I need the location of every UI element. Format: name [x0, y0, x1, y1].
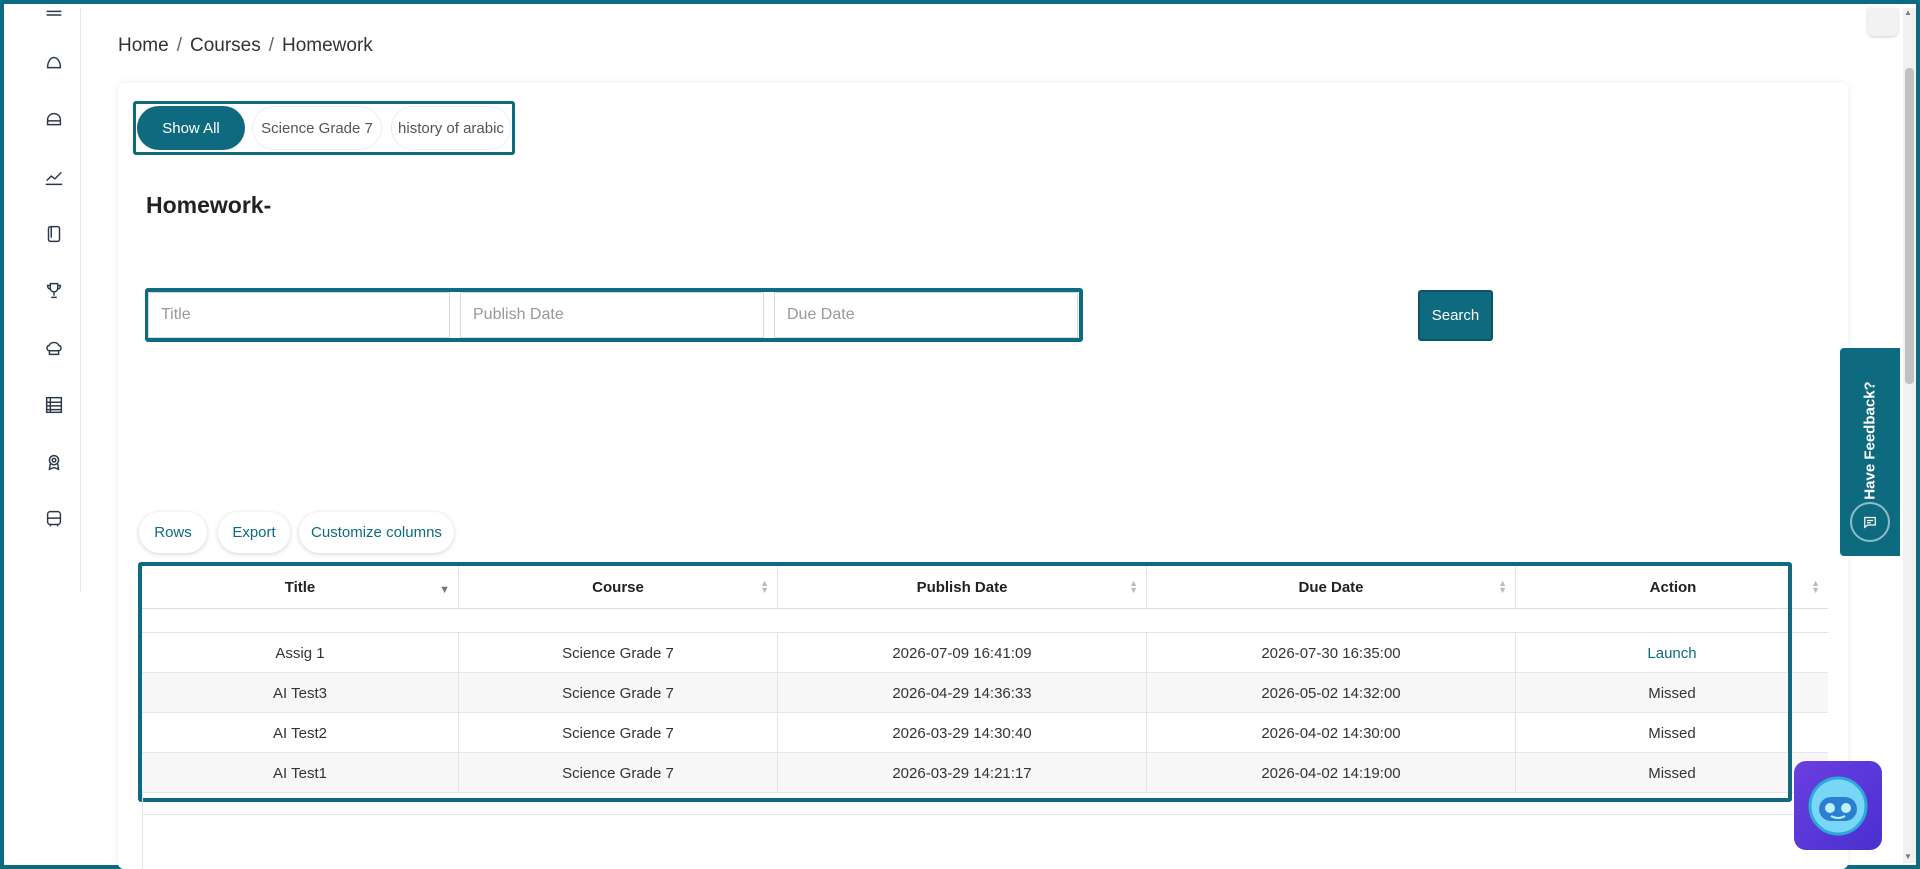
publish-date-filter-input[interactable] — [460, 292, 764, 338]
scroll-down-icon[interactable]: ▼ — [1904, 852, 1912, 861]
breadcrumb-current: Homework — [282, 35, 373, 56]
table-divider — [142, 814, 1828, 815]
export-button[interactable]: Export — [218, 512, 290, 553]
feedback-icon[interactable] — [1850, 502, 1890, 542]
breadcrumb-home[interactable]: Home — [118, 35, 169, 57]
page-title: Homework- — [146, 192, 272, 218]
robot-icon — [1808, 776, 1868, 835]
tab-history-of-arabic[interactable]: history of arabic — [391, 106, 511, 150]
tab-show-all[interactable]: Show All — [137, 106, 245, 150]
rows-button[interactable]: Rows — [139, 512, 207, 553]
title-filter-input[interactable] — [148, 292, 450, 338]
breadcrumb-separator: / — [176, 35, 182, 56]
feedback-label-wrap: Have Feedback? — [1838, 380, 1902, 500]
feedback-label: Have Feedback? — [1861, 380, 1879, 500]
due-date-filter-input[interactable] — [774, 292, 1078, 338]
sidebar — [13, 8, 81, 592]
extension-icon[interactable] — [1868, 8, 1898, 36]
courses-icon[interactable] — [41, 107, 67, 133]
search-button[interactable]: Search — [1418, 290, 1493, 341]
scroll-up-icon[interactable]: ▲ — [1904, 8, 1912, 17]
sort-icon: ▲ ▼ — [1811, 578, 1820, 595]
book-icon[interactable] — [41, 221, 67, 247]
list-icon[interactable] — [41, 392, 67, 418]
scrollbar-thumb[interactable] — [1905, 68, 1914, 384]
bus-icon[interactable] — [41, 506, 67, 532]
table-highlight — [138, 562, 1792, 802]
chef-hat-icon[interactable] — [41, 335, 67, 361]
breadcrumb-courses[interactable]: Courses — [190, 35, 261, 57]
table-divider — [142, 790, 143, 869]
breadcrumb: Home / Courses / Homework — [118, 35, 373, 57]
chatbot-button[interactable] — [1794, 761, 1882, 850]
customize-columns-button[interactable]: Customize columns — [299, 512, 454, 553]
award-icon[interactable] — [41, 449, 67, 475]
trophy-icon[interactable] — [41, 278, 67, 304]
breadcrumb-separator: / — [268, 35, 274, 56]
menu-icon[interactable] — [41, 2, 67, 28]
analytics-icon[interactable] — [41, 164, 67, 190]
tab-science-grade-7[interactable]: Science Grade 7 — [252, 106, 382, 150]
home-icon[interactable] — [41, 50, 67, 76]
